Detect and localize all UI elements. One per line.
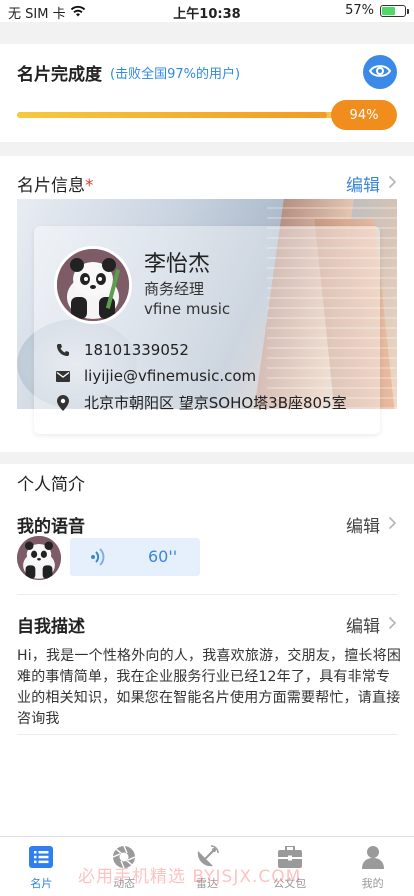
voice-duration: 60'' (148, 547, 178, 566)
email-row: liyijie@vfinemusic.com (56, 367, 256, 385)
tab-label: 我的 (361, 877, 384, 890)
card-info-title: 名片信息* (17, 176, 94, 196)
edit-label: 编辑 (346, 617, 380, 637)
eye-icon (368, 63, 392, 82)
description-text: Hi，我是一个性格外向的人，我喜欢旅游，交朋友，擅长将困难的事情简单，我在企业服… (17, 648, 402, 727)
tab-briefcase[interactable]: 公文包 (248, 837, 331, 896)
completeness-card: 名片完成度 (击败全国97%的用户) 94% (0, 44, 414, 142)
chevron-right-icon (388, 174, 397, 193)
divider (17, 734, 397, 735)
progress-badge: 94% (331, 100, 397, 130)
email-address: liyijie@vfinemusic.com (84, 367, 257, 385)
phone-icon (56, 343, 70, 357)
user-icon (360, 845, 386, 869)
edit-label: 编辑 (346, 176, 380, 196)
profile-title: 个人简介 (17, 475, 85, 495)
card-role: 商务经理 (144, 280, 205, 298)
voice-avatar (17, 536, 61, 580)
chevron-right-icon (388, 515, 397, 534)
location-pin-icon (56, 394, 70, 411)
tab-label: 雷达 (195, 877, 218, 890)
tab-card[interactable]: 名片 (0, 837, 83, 896)
aperture-icon (111, 845, 137, 869)
voice-message-player[interactable]: 60'' (70, 538, 200, 576)
card-list-icon (28, 845, 54, 869)
edit-label: 编辑 (346, 517, 380, 537)
tab-feed[interactable]: 动态 (83, 837, 166, 896)
address-row: 北京市朝阳区 望京SOHO塔3B座805室 (56, 392, 347, 413)
divider (17, 594, 397, 595)
radar-dish-icon (194, 845, 220, 869)
tab-label: 动态 (113, 877, 136, 890)
tab-label: 公文包 (273, 877, 307, 890)
mail-icon (56, 369, 70, 383)
briefcase-icon (277, 845, 303, 869)
card-info-edit-link[interactable]: 编辑 (346, 171, 397, 196)
completeness-progress-bar (17, 112, 347, 118)
avatar (54, 246, 132, 324)
preview-button[interactable] (363, 55, 397, 89)
chevron-right-icon (388, 615, 397, 634)
phone-row: 18101339052 (56, 341, 189, 359)
required-mark: * (85, 176, 94, 196)
description-edit-link[interactable]: 编辑 (346, 612, 397, 637)
battery-percent: 57% (345, 3, 374, 18)
voice-title: 我的语音 (17, 517, 85, 537)
card-name: 李怡杰 (144, 252, 211, 277)
sound-wave-icon (90, 547, 106, 571)
battery-icon (380, 4, 409, 17)
address-text: 北京市朝阳区 望京SOHO塔3B座805室 (84, 394, 347, 412)
voice-edit-link[interactable]: 编辑 (346, 512, 397, 537)
tab-radar[interactable]: 雷达 (166, 837, 249, 896)
status-right: 57% (345, 3, 409, 18)
phone-number: 18101339052 (84, 341, 189, 359)
completeness-subtitle: (击败全国97%的用户) (110, 67, 241, 82)
business-card[interactable]: 李怡杰 商务经理 vfine music 18101339052 liyijie… (34, 226, 380, 434)
tab-bar: 名片 动态 雷达 公文包 我的 (0, 836, 414, 896)
completeness-title: 名片完成度 (17, 65, 102, 85)
profile-section: 个人简介 我的语音 编辑 60'' 自我描述 编辑 Hi，我是一个性格外向的人，… (0, 464, 414, 836)
tab-label: 名片 (30, 877, 53, 890)
card-company: vfine music (144, 300, 231, 318)
tab-mine[interactable]: 我的 (331, 837, 414, 896)
description-title: 自我描述 (17, 617, 85, 637)
progress-fill (17, 112, 328, 118)
status-bar: 无 SIM 卡 上午10:38 57% (0, 0, 414, 22)
